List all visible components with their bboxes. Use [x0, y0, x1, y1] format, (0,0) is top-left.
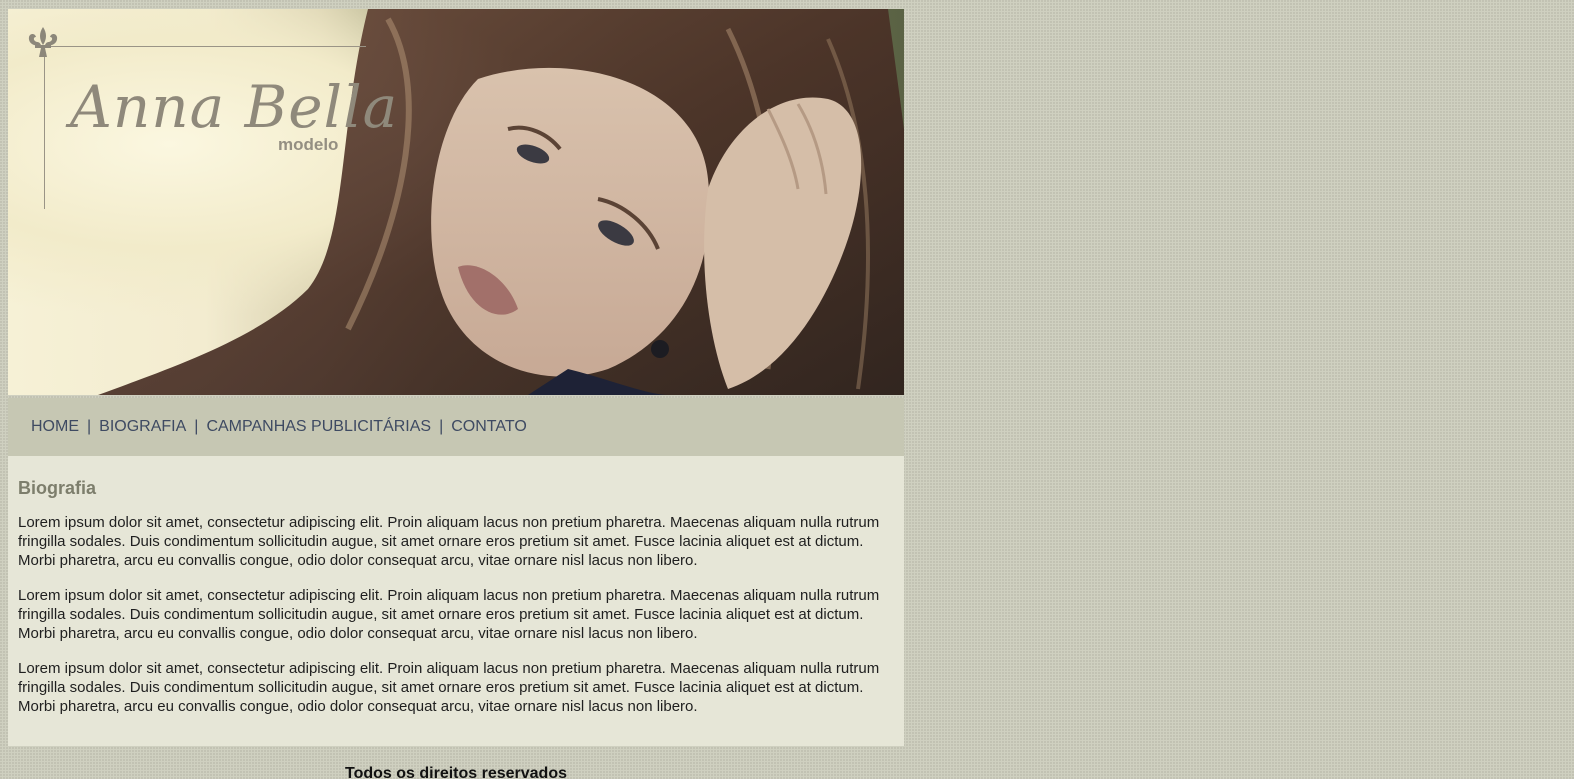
nav-separator: |: [439, 418, 444, 435]
content-area: Biografia Lorem ipsum dolor sit amet, co…: [8, 456, 904, 746]
paragraph: Lorem ipsum dolor sit amet, consectetur …: [18, 587, 880, 642]
main-navigation: HOME | BIOGRAFIA | CAMPANHAS PUBLICITÁRI…: [8, 398, 904, 456]
nav-item-biografia[interactable]: BIOGRAFIA: [99, 418, 186, 436]
nav-separator: |: [194, 418, 199, 435]
logo-subtitle: modelo: [278, 135, 339, 154]
logo-horizontal-line: [44, 46, 366, 47]
paragraph: Lorem ipsum dolor sit amet, consectetur …: [18, 514, 880, 569]
paragraph: Lorem ipsum dolor sit amet, consectetur …: [18, 660, 880, 715]
page-title: Biografia: [18, 478, 97, 498]
nav-item-home[interactable]: HOME: [31, 418, 79, 436]
footer-copyright: Todos os direitos reservados: [345, 765, 567, 779]
nav-separator: |: [87, 418, 92, 435]
fleur-de-lis-icon: [28, 27, 58, 57]
logo-title: Anna Bella: [70, 73, 399, 141]
logo-vertical-line: [44, 46, 45, 209]
nav-item-contato[interactable]: CONTATO: [451, 418, 527, 436]
model-portrait-photo: [8, 9, 904, 395]
nav-item-campanhas[interactable]: CAMPANHAS PUBLICITÁRIAS: [206, 418, 431, 436]
page-wrapper: Anna Bella modelo HOME | BIOGRAFIA | CAM…: [8, 9, 904, 746]
header-banner: Anna Bella modelo: [8, 9, 904, 395]
